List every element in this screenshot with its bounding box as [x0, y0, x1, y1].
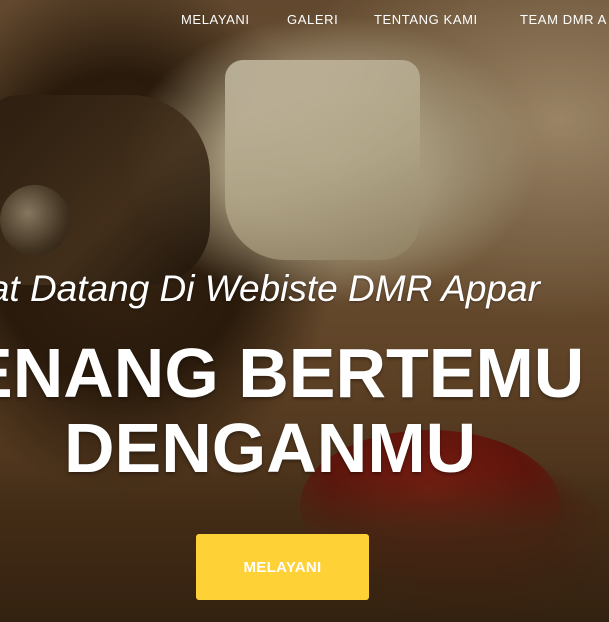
headline-line-2: DENGANMU: [64, 409, 477, 487]
welcome-subheading: mat Datang Di Webiste DMR Appar: [0, 268, 540, 309]
nav-item-tentang-kami[interactable]: TENTANG KAMI: [374, 12, 478, 27]
background-overlay: [0, 0, 609, 622]
hero-section: MELAYANI GALERI TENTANG KAMI TEAM DMR A …: [0, 0, 609, 622]
nav-item-galeri[interactable]: GALERI: [287, 12, 338, 27]
nav-item-melayani[interactable]: MELAYANI: [181, 12, 250, 27]
melayani-button[interactable]: MELAYANI: [196, 534, 369, 600]
top-navigation: MELAYANI GALERI TENTANG KAMI TEAM DMR A: [0, 0, 609, 38]
nav-item-team-dmr[interactable]: TEAM DMR A: [520, 12, 607, 27]
headline-line-1: ENANG BERTEMU: [0, 334, 585, 412]
